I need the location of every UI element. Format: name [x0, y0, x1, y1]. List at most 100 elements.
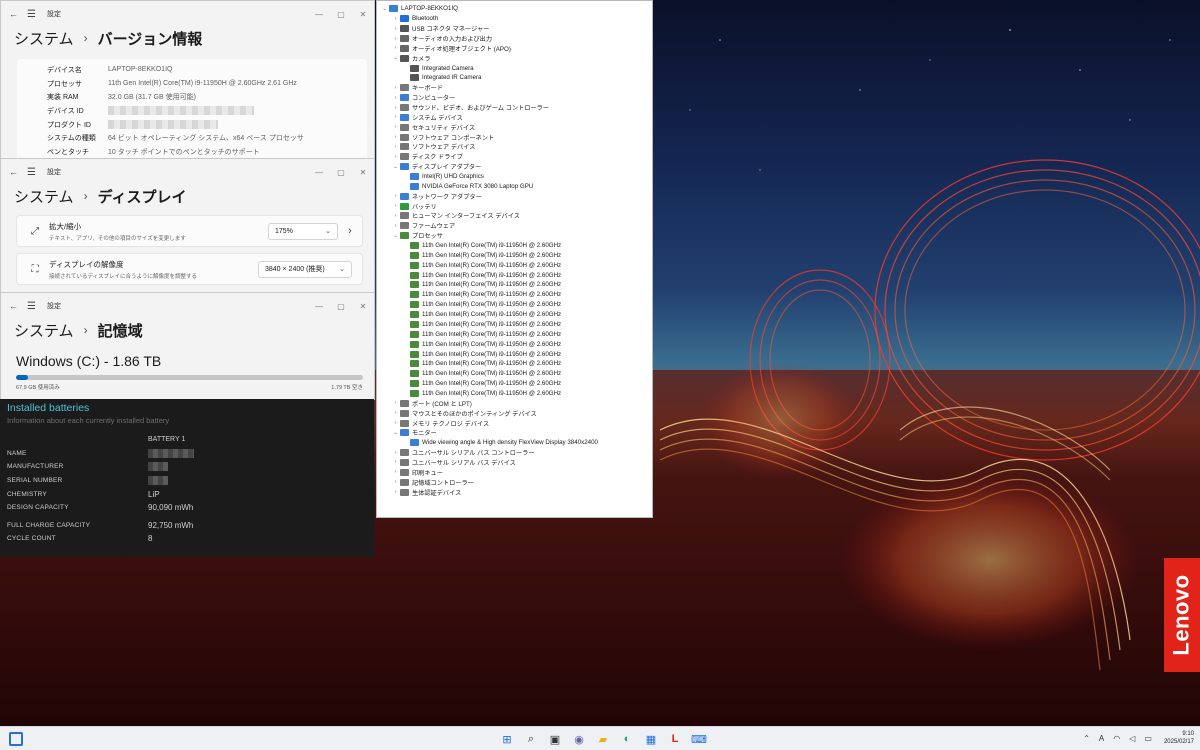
device-item[interactable]: Integrated IR Camera: [377, 73, 652, 83]
device-category[interactable]: ⌄ カメラ: [377, 53, 652, 63]
breadcrumb-parent[interactable]: システム: [14, 186, 74, 207]
device-category[interactable]: › ユニバーサル シリアル バス コントローラー: [377, 448, 652, 458]
expand-arrow-icon[interactable]: ›: [391, 213, 400, 219]
chevron-right-icon[interactable]: ›: [338, 225, 362, 237]
collapse-arrow-icon[interactable]: ⌄: [391, 164, 400, 170]
breadcrumb-parent[interactable]: システム: [14, 320, 74, 341]
device-category[interactable]: › 記憶域コントローラー: [377, 477, 652, 487]
device-manager-icon[interactable]: ⌨: [687, 729, 711, 749]
tree-root[interactable]: ⌄ LAPTOP-8EKKO1IQ: [377, 4, 652, 14]
expand-arrow-icon[interactable]: ›: [391, 36, 400, 42]
task-view-icon[interactable]: ▣: [543, 729, 567, 749]
scale-setting-card[interactable]: ⤢ 拡大/縮小 テキスト、アプリ、その他の項目のサイズを変更します 175% ⌄…: [16, 215, 363, 247]
device-category[interactable]: › ディスク ドライブ: [377, 152, 652, 162]
expand-arrow-icon[interactable]: ›: [391, 420, 400, 426]
minimize-icon[interactable]: —: [308, 10, 330, 19]
device-item[interactable]: Intel(R) UHD Graphics: [377, 172, 652, 182]
expand-arrow-icon[interactable]: ›: [391, 479, 400, 485]
chevron-up-icon[interactable]: ⌃: [1083, 734, 1090, 743]
collapse-arrow-icon[interactable]: ⌄: [391, 55, 400, 61]
expand-arrow-icon[interactable]: ›: [391, 95, 400, 101]
minimize-icon[interactable]: —: [308, 168, 330, 177]
hamburger-menu-icon[interactable]: ☰: [23, 301, 41, 312]
battery-icon[interactable]: ▭: [1144, 734, 1152, 743]
close-icon[interactable]: ✕: [352, 10, 374, 19]
expand-arrow-icon[interactable]: ›: [391, 154, 400, 160]
close-icon[interactable]: ✕: [352, 302, 374, 311]
hamburger-menu-icon[interactable]: ☰: [23, 167, 41, 178]
device-item[interactable]: 11th Gen Intel(R) Core(TM) i9-11950H @ 2…: [377, 379, 652, 389]
expand-arrow-icon[interactable]: ›: [391, 223, 400, 229]
device-item[interactable]: 11th Gen Intel(R) Core(TM) i9-11950H @ 2…: [377, 241, 652, 251]
device-item[interactable]: 11th Gen Intel(R) Core(TM) i9-11950H @ 2…: [377, 270, 652, 280]
device-category[interactable]: ⌄ プロセッサ: [377, 231, 652, 241]
device-item[interactable]: 11th Gen Intel(R) Core(TM) i9-11950H @ 2…: [377, 339, 652, 349]
device-category[interactable]: › ヒューマン インターフェイス デバイス: [377, 211, 652, 221]
expand-arrow-icon[interactable]: ›: [391, 105, 400, 111]
device-category[interactable]: › 印刷キュー: [377, 467, 652, 477]
device-item[interactable]: 11th Gen Intel(R) Core(TM) i9-11950H @ 2…: [377, 290, 652, 300]
hamburger-menu-icon[interactable]: ☰: [23, 9, 41, 20]
expand-arrow-icon[interactable]: ›: [391, 114, 400, 120]
device-item[interactable]: 11th Gen Intel(R) Core(TM) i9-11950H @ 2…: [377, 369, 652, 379]
minimize-icon[interactable]: —: [308, 302, 330, 311]
store-icon[interactable]: ▦: [639, 729, 663, 749]
device-category[interactable]: › オーディオの入力および出力: [377, 34, 652, 44]
ime-icon[interactable]: A: [1099, 734, 1104, 743]
device-category[interactable]: › オーディオ処理オブジェクト (APO): [377, 43, 652, 53]
device-item[interactable]: 11th Gen Intel(R) Core(TM) i9-11950H @ 2…: [377, 280, 652, 290]
device-category[interactable]: › ソフトウェア デバイス: [377, 142, 652, 152]
device-category[interactable]: › 生体認証デバイス: [377, 487, 652, 497]
device-item[interactable]: 11th Gen Intel(R) Core(TM) i9-11950H @ 2…: [377, 260, 652, 270]
device-item[interactable]: 11th Gen Intel(R) Core(TM) i9-11950H @ 2…: [377, 300, 652, 310]
device-category[interactable]: › ファームウェア: [377, 221, 652, 231]
volume-icon[interactable]: ◁: [1129, 734, 1135, 743]
start-icon[interactable]: ⊞: [495, 729, 519, 749]
device-item[interactable]: 11th Gen Intel(R) Core(TM) i9-11950H @ 2…: [377, 359, 652, 369]
device-category[interactable]: › コンピューター: [377, 93, 652, 103]
device-category[interactable]: › Bluetooth: [377, 14, 652, 24]
expand-arrow-icon[interactable]: ›: [391, 469, 400, 475]
maximize-icon[interactable]: ▢: [330, 10, 352, 19]
device-category[interactable]: › バッテリ: [377, 201, 652, 211]
device-item[interactable]: 11th Gen Intel(R) Core(TM) i9-11950H @ 2…: [377, 389, 652, 399]
expand-arrow-icon[interactable]: ›: [391, 26, 400, 32]
device-category[interactable]: › セキュリティ デバイス: [377, 122, 652, 132]
device-category[interactable]: › サウンド、ビデオ、およびゲーム コントローラー: [377, 103, 652, 113]
maximize-icon[interactable]: ▢: [330, 168, 352, 177]
device-category[interactable]: › システム デバイス: [377, 112, 652, 122]
search-icon[interactable]: ⌕: [519, 729, 543, 749]
device-item[interactable]: 11th Gen Intel(R) Core(TM) i9-11950H @ 2…: [377, 349, 652, 359]
resolution-setting-card[interactable]: ⛶ ディスプレイの解像度 接続されているディスプレイに合うように解像度を調整する…: [16, 253, 363, 285]
expand-arrow-icon[interactable]: ›: [391, 45, 400, 51]
expand-arrow-icon[interactable]: ›: [391, 16, 400, 22]
expand-arrow-icon[interactable]: ›: [391, 400, 400, 406]
device-category[interactable]: › マウスとそのほかのポインティング デバイス: [377, 408, 652, 418]
device-category[interactable]: › キーボード: [377, 83, 652, 93]
widgets-icon[interactable]: [9, 732, 23, 746]
device-category[interactable]: › USB コネクタ マネージャー: [377, 24, 652, 34]
device-item[interactable]: 11th Gen Intel(R) Core(TM) i9-11950H @ 2…: [377, 329, 652, 339]
device-item[interactable]: 11th Gen Intel(R) Core(TM) i9-11950H @ 2…: [377, 320, 652, 330]
device-category[interactable]: ⌄ モニター: [377, 428, 652, 438]
expand-arrow-icon[interactable]: ›: [391, 459, 400, 465]
breadcrumb-parent[interactable]: システム: [14, 28, 74, 49]
device-category[interactable]: › ネットワーク アダプター: [377, 191, 652, 201]
close-icon[interactable]: ✕: [352, 168, 374, 177]
device-item[interactable]: NVIDIA GeForce RTX 3080 Laptop GPU: [377, 181, 652, 191]
collapse-arrow-icon[interactable]: ⌄: [391, 430, 400, 436]
edge-icon[interactable]: ◐: [615, 729, 639, 749]
device-item[interactable]: 11th Gen Intel(R) Core(TM) i9-11950H @ 2…: [377, 250, 652, 260]
back-arrow-icon[interactable]: ←: [9, 9, 23, 19]
expand-arrow-icon[interactable]: ›: [391, 85, 400, 91]
resolution-dropdown[interactable]: 3840 × 2400 (推奨) ⌄: [258, 260, 352, 278]
expand-arrow-icon[interactable]: ›: [391, 134, 400, 140]
back-arrow-icon[interactable]: ←: [9, 301, 23, 311]
expand-arrow-icon[interactable]: ›: [391, 450, 400, 456]
chat-icon[interactable]: ◉: [567, 729, 591, 749]
back-arrow-icon[interactable]: ←: [9, 167, 23, 177]
expand-arrow-icon[interactable]: ›: [391, 193, 400, 199]
clock[interactable]: 9:10 2025/02/17: [1164, 730, 1194, 746]
device-item[interactable]: 11th Gen Intel(R) Core(TM) i9-11950H @ 2…: [377, 310, 652, 320]
expand-arrow-icon[interactable]: ›: [391, 410, 400, 416]
